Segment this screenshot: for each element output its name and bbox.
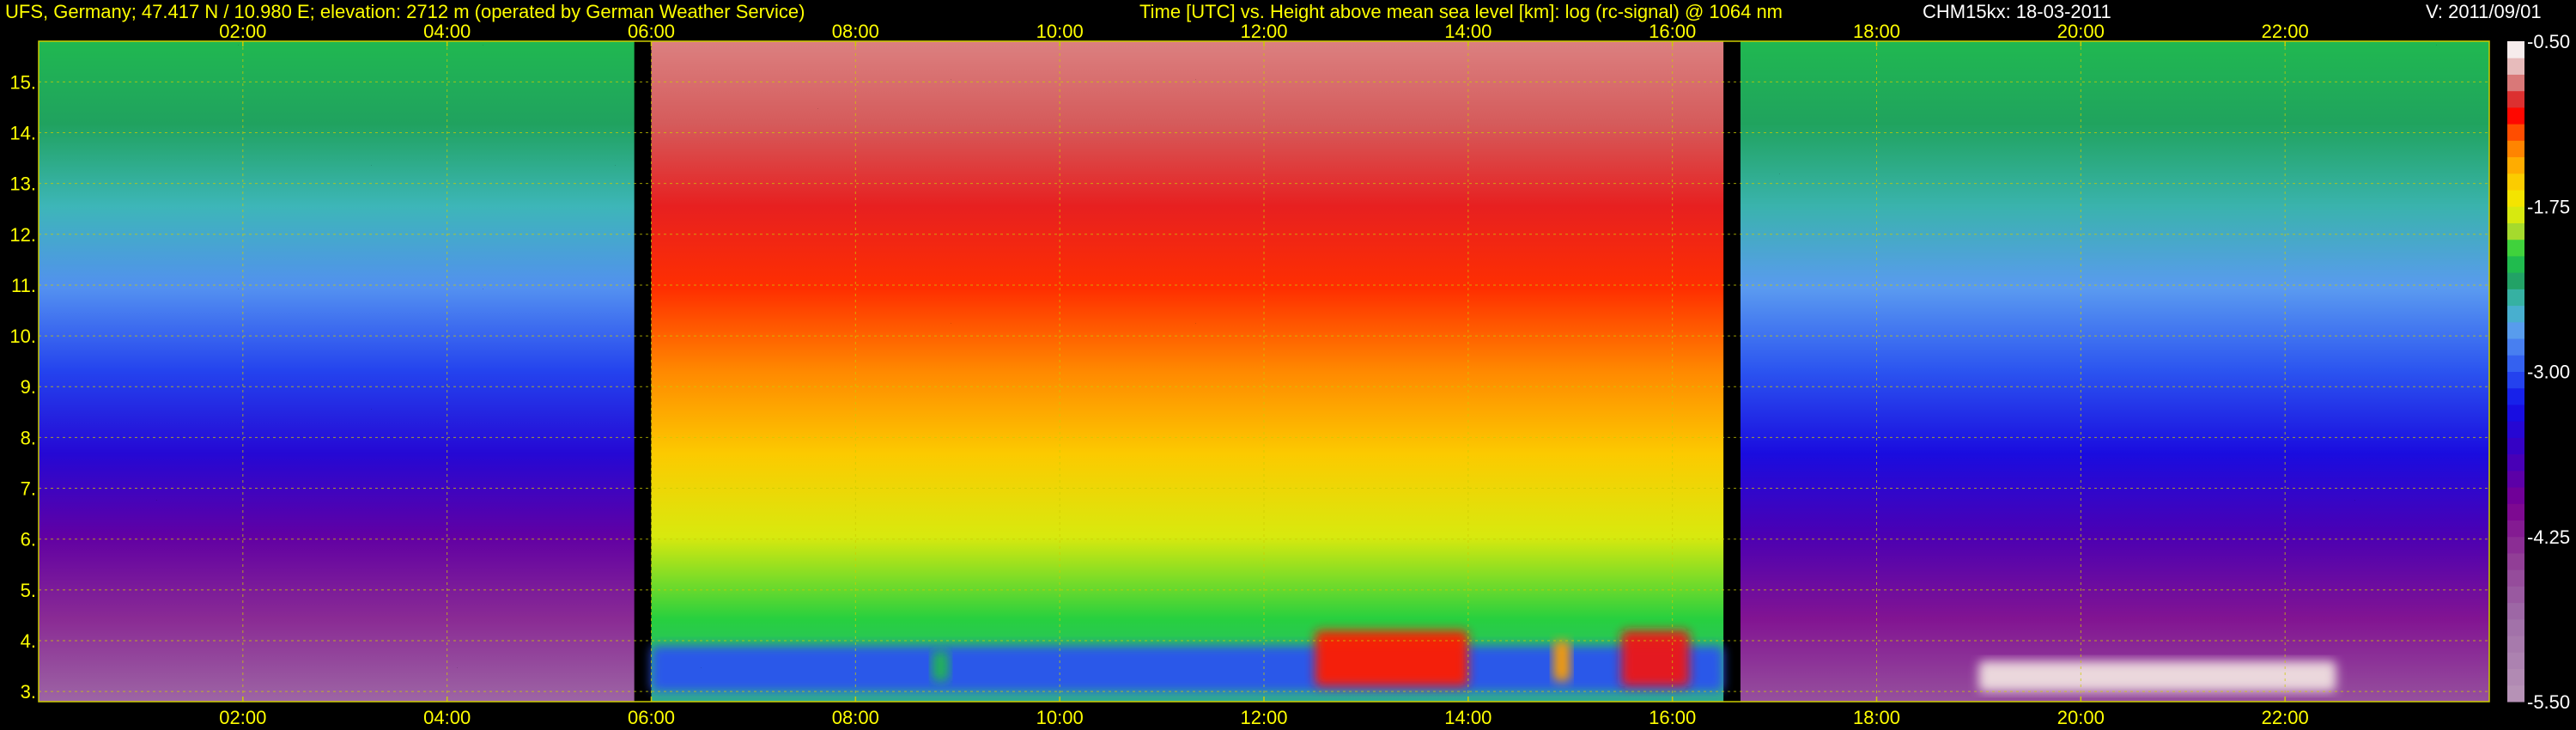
colorbar-segment (2507, 520, 2524, 538)
colorbar-segment (2507, 668, 2524, 686)
x-tick-label: 10:00 (1036, 21, 1084, 42)
colorbar: -0.50 -1.75 -3.00 -4.25 -5.50 (2507, 31, 2570, 713)
colorbar-segment (2507, 487, 2524, 504)
x-tick-label: 08:00 (832, 707, 879, 728)
y-tick-label: 7. (21, 478, 36, 500)
x-tick-label: 06:00 (628, 21, 675, 42)
x-tick-label: 20:00 (2057, 21, 2105, 42)
x-tick-label: 08:00 (832, 21, 879, 42)
lidar-chart: 02:00 04:00 06:00 08:00 10:00 12:00 14:00 16:00… (9, 21, 2570, 728)
colorbar-segment (2507, 355, 2524, 372)
x-tick-label: 06:00 (628, 707, 675, 728)
colorbar-segment (2507, 74, 2524, 92)
colorbar-segment (2507, 272, 2524, 289)
y-axis-ticks: 3. 4. 5. 6. 7. 8. 9. 10. 11. 12. 13. 14. 15. (9, 71, 36, 703)
x-tick-label: 14:00 (1444, 21, 1492, 42)
colorbar-segment (2507, 206, 2524, 223)
y-tick-label: 3. (21, 681, 36, 703)
colorbar-segment (2507, 140, 2524, 158)
colorbar-segment (2507, 371, 2524, 389)
x-tick-label: 18:00 (1853, 21, 1900, 42)
colorbar-segment (2507, 536, 2524, 554)
x-tick-label: 20:00 (2057, 707, 2105, 728)
colorbar-segment (2507, 503, 2524, 521)
colorbar-segment (2507, 190, 2524, 207)
colorbar-segment (2507, 305, 2524, 323)
colorbar-segment (2507, 58, 2524, 75)
colorbar-segment (2507, 173, 2524, 191)
y-tick-label: 8. (21, 427, 36, 448)
colorbar-segment (2507, 106, 2524, 125)
colorbar-segment (2507, 569, 2524, 587)
colorbar-segment (2507, 453, 2524, 471)
colorbar-segment (2507, 255, 2524, 273)
colorbar-tick-label: -3.00 (2527, 362, 2570, 383)
x-tick-label: 18:00 (1853, 707, 1900, 728)
colorbar-segment (2507, 387, 2524, 405)
y-tick-label: 13. (9, 173, 36, 195)
x-tick-label: 10:00 (1036, 707, 1084, 728)
y-tick-label: 6. (21, 529, 36, 551)
colorbar-segment (2507, 289, 2524, 307)
colorbar-segment (2507, 636, 2524, 653)
colorbar-segment (2507, 470, 2524, 488)
colorbar-segment (2507, 404, 2524, 422)
y-tick-label: 9. (21, 376, 36, 398)
colorbar-segment (2507, 156, 2524, 174)
x-tick-label: 04:00 (423, 707, 471, 728)
y-tick-label: 12. (9, 224, 36, 246)
y-tick-label: 5. (21, 580, 36, 601)
colorbar-tick-label: -0.50 (2527, 31, 2570, 52)
colorbar-segment (2507, 602, 2524, 620)
colorbar-segment (2507, 338, 2524, 356)
x-tick-label: 12:00 (1240, 21, 1287, 42)
colorbar-tick-label: -1.75 (2527, 196, 2570, 217)
y-tick-label: 10. (9, 325, 36, 347)
x-tick-label: 02:00 (219, 21, 266, 42)
colorbar-segment (2507, 239, 2524, 257)
y-tick-label: 15. (9, 71, 36, 93)
y-tick-label: 11. (11, 275, 36, 296)
x-tick-label: 16:00 (1649, 21, 1696, 42)
x-tick-label: 22:00 (2262, 21, 2309, 42)
x-tick-label: 02:00 (219, 707, 266, 728)
colorbar-segment (2507, 618, 2524, 636)
x-tick-label: 22:00 (2262, 707, 2309, 728)
colorbar-segment (2507, 684, 2524, 703)
colorbar-tick-label: -4.25 (2527, 526, 2570, 548)
x-tick-label: 04:00 (423, 21, 471, 42)
x-tick-label: 16:00 (1649, 707, 1696, 728)
colorbar-segment (2507, 222, 2524, 240)
colorbar-segment (2507, 552, 2524, 570)
colorbar-segment (2507, 437, 2524, 455)
x-tick-label: 14:00 (1444, 707, 1492, 728)
colorbar-segment (2507, 652, 2524, 670)
colorbar-segment (2507, 41, 2524, 58)
colorbar-segment (2507, 421, 2524, 438)
y-tick-label: 4. (21, 630, 36, 652)
colorbar-segment (2507, 90, 2524, 108)
x-tick-label: 12:00 (1240, 707, 1287, 728)
colorbar-tick-label: -5.50 (2527, 691, 2570, 713)
colorbar-segment (2507, 586, 2524, 604)
colorbar-segment (2507, 124, 2524, 141)
y-tick-label: 14. (9, 122, 36, 143)
colorbar-segment (2507, 321, 2524, 339)
